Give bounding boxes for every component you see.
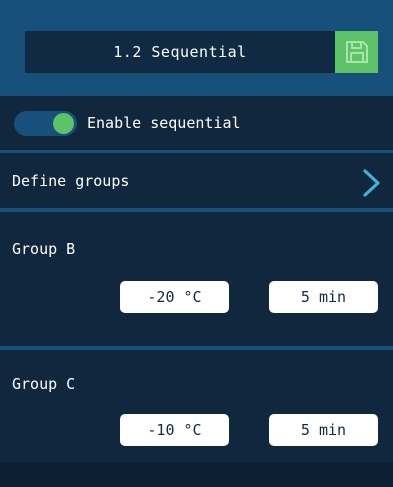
group-b-panel	[0, 212, 393, 346]
group-b-duration-field[interactable]: 5 min	[269, 281, 378, 313]
floppy-disk-icon	[345, 41, 368, 63]
group-c-duration-field[interactable]: 5 min	[269, 414, 378, 446]
group-b-label: Group B	[12, 240, 76, 258]
group-c-label: Group C	[12, 375, 76, 393]
bottom-strip	[0, 462, 393, 487]
define-groups-label: Define groups	[12, 172, 130, 190]
enable-sequential-toggle[interactable]	[14, 111, 77, 136]
toggle-knob	[53, 113, 74, 134]
save-button[interactable]	[335, 31, 378, 73]
enable-sequential-label: Enable sequential	[87, 114, 241, 132]
group-c-temperature-field[interactable]: -10 °C	[120, 414, 229, 446]
chevron-right-icon[interactable]	[360, 168, 382, 198]
group-b-temperature-field[interactable]: -20 °C	[120, 281, 229, 313]
page-title: 1.2 Sequential	[25, 31, 335, 73]
